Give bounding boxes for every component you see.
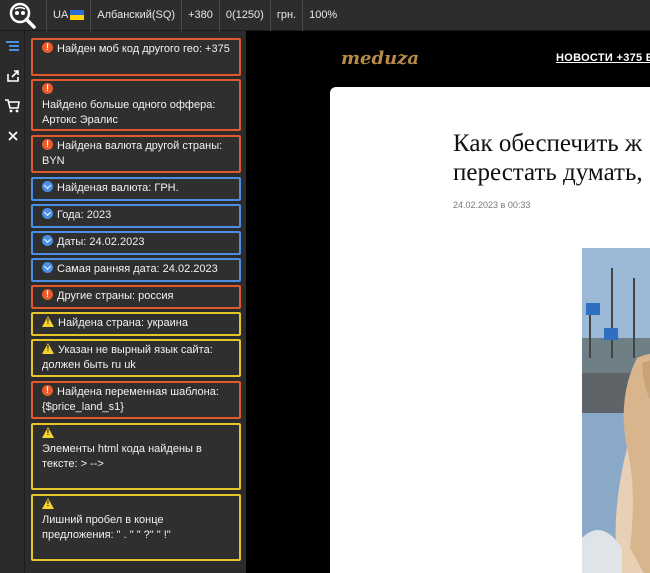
headline-line: Как обеспечить ж: [453, 130, 643, 157]
article-photo: [582, 248, 650, 573]
message-text: Найден моб код другого гео: +375: [57, 43, 230, 55]
message-item[interactable]: Указан не вырный язык сайта: должен быть…: [31, 339, 241, 377]
message-text: Самая ранняя дата: 24.02.2023: [57, 263, 218, 275]
share-icon[interactable]: [0, 61, 25, 91]
error-icon: [42, 81, 53, 96]
toolbar: UA Албанский(SQ) +380 0(1250) грн. 100%: [0, 0, 650, 31]
message-item[interactable]: Года: 2023: [31, 204, 241, 228]
logo-magnifier-icon[interactable]: [0, 0, 46, 31]
article-headline: Как обеспечить ж перестать думать,: [453, 129, 650, 187]
message-text: Найденая валюта: ГРН.: [57, 182, 179, 194]
message-text: Другие страны: россия: [57, 290, 174, 302]
article-card: Как обеспечить ж перестать думать, 24.02…: [330, 87, 650, 573]
nav-link-news[interactable]: НОВОСТИ +375 БЕ: [556, 52, 650, 64]
message-item[interactable]: Найдена страна: украина: [31, 312, 241, 336]
chevron-down-icon: [42, 181, 53, 192]
chevron-down-icon: [42, 235, 53, 246]
error-icon: [42, 137, 53, 152]
message-item[interactable]: Найден моб код другого гео: +375: [31, 38, 241, 76]
chevron-down-icon: [42, 262, 53, 273]
country-code: UA: [53, 9, 69, 21]
message-item[interactable]: Лишний пробел в конце предложения: " . "…: [31, 494, 241, 561]
ukraine-flag-icon: [70, 10, 85, 20]
brand-logo[interactable]: meduza: [341, 48, 419, 69]
warning-icon: [42, 498, 54, 510]
counter[interactable]: 0(1250): [218, 0, 270, 31]
zoom-level[interactable]: 100%: [302, 0, 343, 31]
message-text: Найдена переменная шаблона: {$price_land…: [42, 386, 219, 413]
headline-line: перестать думать,: [453, 159, 643, 186]
message-item[interactable]: Самая ранняя дата: 24.02.2023: [31, 258, 241, 282]
message-text: Найдено больше одного оффера: Артокс Эра…: [42, 99, 216, 126]
message-text: Даты: 24.02.2023: [57, 236, 145, 248]
currency[interactable]: грн.: [269, 0, 302, 31]
left-rail: [0, 31, 25, 573]
warning-icon: [42, 427, 54, 439]
warning-icon: [42, 343, 54, 355]
message-panel: Найден моб код другого гео: +375 Найдено…: [25, 31, 246, 573]
message-text: Года: 2023: [57, 209, 112, 221]
country-selector[interactable]: UA: [46, 0, 90, 31]
message-item[interactable]: Другие страны: россия: [31, 285, 241, 309]
message-text: Элементы html кода найдены в тексте: > -…: [42, 443, 202, 470]
message-text: Найдена валюта другой страны: BYN: [42, 140, 223, 167]
phone-code[interactable]: +380: [181, 0, 219, 31]
message-item[interactable]: Даты: 24.02.2023: [31, 231, 241, 255]
message-text: Найдена страна: украина: [58, 317, 188, 329]
article-date: 24.02.2023 в 00:33: [453, 200, 531, 210]
cart-icon[interactable]: [0, 91, 25, 121]
message-item[interactable]: Найденая валюта: ГРН.: [31, 177, 241, 201]
list-icon[interactable]: [0, 31, 25, 61]
close-icon[interactable]: [0, 121, 25, 151]
chevron-down-icon: [42, 208, 53, 219]
message-item[interactable]: Найдена переменная шаблона: {$price_land…: [31, 381, 241, 419]
app-window: UA Албанский(SQ) +380 0(1250) грн. 100%: [0, 0, 650, 573]
language-selector[interactable]: Албанский(SQ): [90, 0, 181, 31]
message-item[interactable]: Найдено больше одного оффера: Артокс Эра…: [31, 79, 241, 131]
error-icon: [42, 40, 53, 55]
error-icon: [42, 383, 53, 398]
website-preview: meduza НОВОСТИ +375 БЕ Как обеспечить ж …: [246, 31, 650, 573]
warning-icon: [42, 316, 54, 328]
error-icon: [42, 287, 53, 302]
message-item[interactable]: Найдена валюта другой страны: BYN: [31, 135, 241, 173]
message-text: Указан не вырный язык сайта: должен быть…: [42, 344, 213, 371]
message-text: Лишний пробел в конце предложения: " . "…: [42, 514, 171, 541]
message-item[interactable]: Элементы html кода найдены в тексте: > -…: [31, 423, 241, 490]
